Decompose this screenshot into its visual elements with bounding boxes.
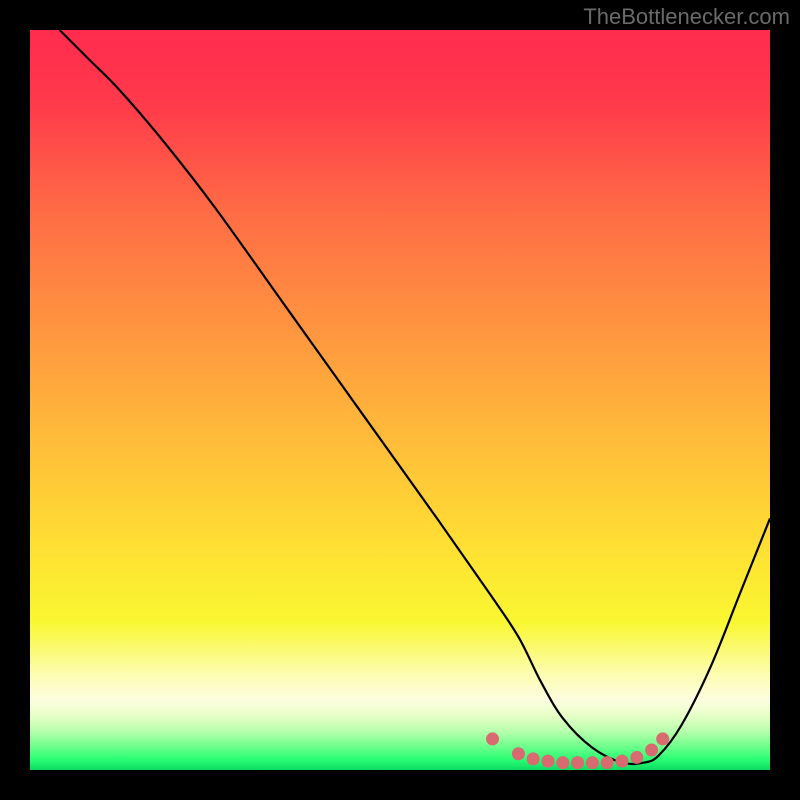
chart-marker-dot (556, 756, 569, 769)
chart-plot-area (30, 30, 770, 770)
chart-marker-dot (616, 755, 629, 768)
chart-marker-dot (630, 751, 643, 764)
chart-marker-dot (486, 732, 499, 745)
chart-svg (30, 30, 770, 770)
chart-background-gradient (30, 30, 770, 770)
chart-marker-dot (656, 732, 669, 745)
chart-marker-dot (571, 756, 584, 769)
watermark-text: TheBottlenecker.com (583, 4, 790, 30)
chart-marker-dot (586, 756, 599, 769)
chart-marker-dot (542, 755, 555, 768)
chart-marker-dot (601, 756, 614, 769)
chart-marker-dot (645, 744, 658, 757)
chart-marker-dot (512, 747, 525, 760)
chart-marker-dot (527, 752, 540, 765)
